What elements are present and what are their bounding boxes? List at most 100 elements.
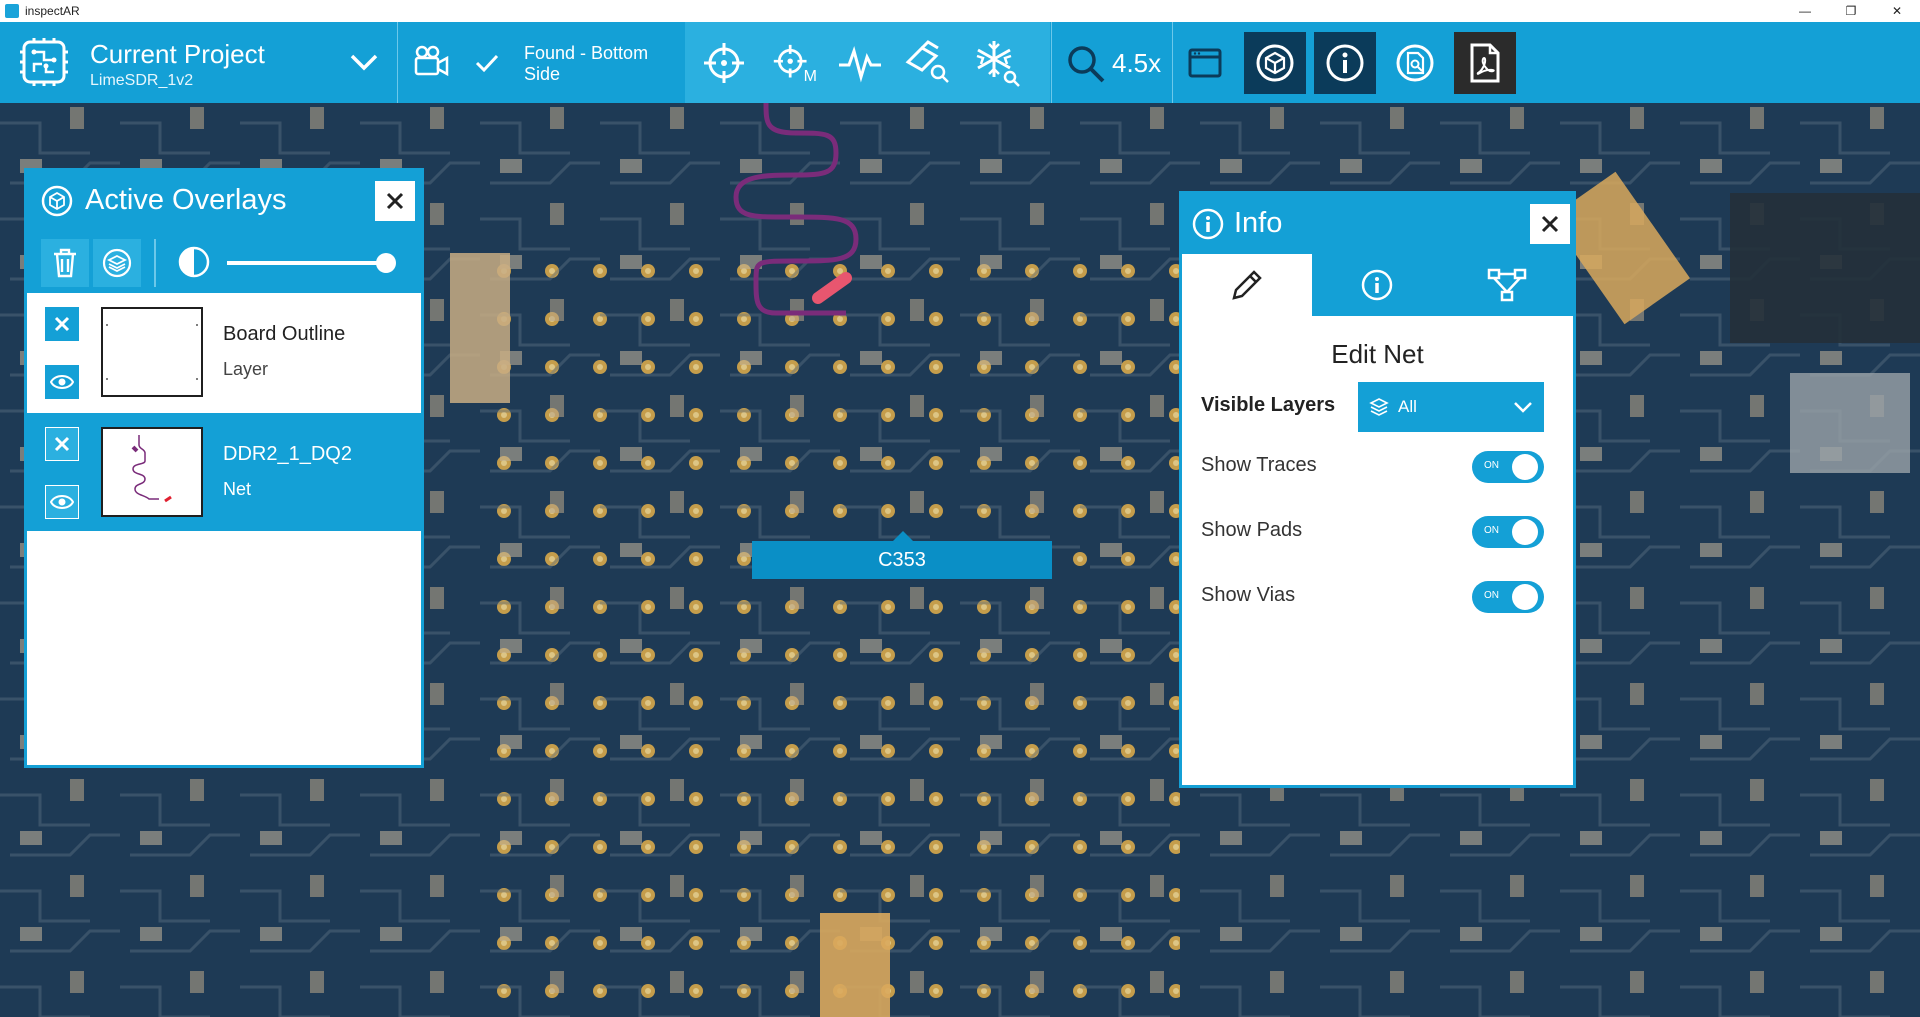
tool-sub-label: M	[803, 67, 817, 85]
board-outline-thumbnail	[106, 324, 198, 380]
overlays-toolbar	[27, 231, 421, 293]
remove-overlay-button[interactable]	[45, 307, 79, 341]
component-search-button[interactable]	[895, 30, 961, 96]
close-window-button[interactable]: ✕	[1874, 0, 1920, 22]
overlays-header: Active Overlays	[27, 171, 421, 231]
overlay-thumbnail	[101, 427, 203, 517]
waveform-tool-button[interactable]	[827, 30, 893, 96]
tab-edit[interactable]	[1182, 254, 1312, 316]
overlay-type: Layer	[223, 359, 269, 379]
tab-details[interactable]	[1312, 254, 1442, 316]
overlay-type: Net	[223, 479, 252, 499]
overlays-view-button[interactable]	[1244, 31, 1306, 94]
toggle-visibility-button[interactable]	[45, 365, 79, 399]
show-traces-toggle[interactable]: ON	[1472, 451, 1544, 483]
opacity-slider-knob[interactable]	[376, 253, 396, 273]
close-overlays-button[interactable]	[375, 181, 415, 221]
close-icon	[54, 436, 70, 452]
toggle-visibility-button[interactable]	[45, 485, 79, 519]
pdf-icon	[1470, 43, 1500, 82]
status-text: Found - Bottom Side	[524, 43, 649, 84]
network-icon	[1487, 268, 1527, 302]
view-buttons	[1174, 22, 1524, 103]
info-icon	[1192, 208, 1224, 240]
component-label-arrow	[893, 531, 913, 541]
camera-icon[interactable]	[410, 44, 450, 80]
close-info-button[interactable]	[1530, 204, 1570, 244]
layers-icon	[1369, 398, 1389, 416]
info-title: Info	[1234, 207, 1283, 239]
show-pads-label: Show Pads	[1201, 519, 1303, 541]
toggle-state: ON	[1484, 460, 1499, 471]
tab-connections[interactable]	[1442, 254, 1572, 316]
project-name: LimeSDR_1v2	[90, 72, 194, 89]
overlay-item[interactable]: Board Outline Layer	[27, 293, 421, 411]
info-icon	[1361, 269, 1393, 301]
snowflake-search-icon	[976, 40, 1020, 87]
tool-group: M	[685, 22, 1050, 103]
chevron-down-icon	[1514, 402, 1532, 413]
delete-overlay-button[interactable]	[41, 239, 89, 287]
edit-net-title: Edit Net	[1331, 339, 1424, 369]
toggle-state: ON	[1484, 525, 1499, 536]
info-panel: Info Edit Net Visible Layers All Show Tr…	[1179, 191, 1576, 788]
chevron-down-icon[interactable]	[346, 44, 382, 80]
overlays-title: Active Overlays	[85, 184, 287, 216]
info-header: Info	[1182, 194, 1573, 254]
trash-icon	[54, 248, 76, 278]
cube-circle-icon	[1256, 44, 1294, 81]
document-search-button[interactable]	[1384, 32, 1446, 94]
cube-circle-icon	[41, 185, 73, 217]
component-label[interactable]: C353	[752, 541, 1052, 579]
opacity-slider-track[interactable]	[227, 261, 387, 265]
visible-layers-dropdown[interactable]: All	[1358, 382, 1544, 432]
project-title: Current Project	[90, 39, 265, 69]
zoom-control[interactable]: 4.5x	[1051, 22, 1173, 103]
crosshair-m-tool-button[interactable]: M	[759, 30, 825, 96]
overlay-thumbnail	[101, 307, 203, 397]
show-traces-label: Show Traces	[1201, 454, 1317, 476]
close-icon	[1541, 215, 1559, 233]
pencil-icon	[1232, 270, 1262, 300]
chip-logo-icon	[20, 38, 68, 86]
title-bar: inspectAR — ❐ ✕	[0, 0, 1920, 22]
visible-layers-label: Visible Layers	[1201, 394, 1336, 416]
close-icon	[386, 192, 404, 210]
waveform-icon	[839, 45, 881, 82]
remove-overlay-button[interactable]	[45, 427, 79, 461]
app-icon	[5, 4, 19, 18]
active-overlays-panel: Active Overlays Board Outline Layer DDR2…	[24, 168, 424, 768]
crosshair-tool-button[interactable]	[691, 30, 757, 96]
zoom-level: 4.5x	[1112, 48, 1162, 78]
show-vias-toggle[interactable]: ON	[1472, 581, 1544, 613]
window-view-button[interactable]	[1174, 32, 1236, 94]
net-thumbnail	[131, 435, 172, 503]
toggle-knob	[1512, 519, 1538, 545]
overlay-name: DDR2_1_DQ2	[223, 443, 352, 465]
contrast-icon	[178, 246, 210, 278]
toggle-state: ON	[1484, 590, 1499, 601]
show-pads-toggle[interactable]: ON	[1472, 516, 1544, 548]
overlay-name: Board Outline	[223, 323, 346, 345]
overlay-item-selected[interactable]: DDR2_1_DQ2 Net	[27, 413, 421, 531]
project-selector[interactable]: Current Project LimeSDR_1v2	[0, 22, 398, 103]
visible-layers-value: All	[1398, 397, 1417, 416]
component-search-icon	[905, 39, 949, 83]
info-icon	[1326, 44, 1364, 81]
toggle-knob	[1512, 584, 1538, 610]
pdf-export-button[interactable]	[1454, 31, 1516, 94]
magnifier-icon	[1068, 46, 1105, 83]
eye-icon	[50, 495, 74, 509]
layers-icon	[102, 248, 132, 278]
window-icon	[1188, 48, 1222, 77]
minimize-button[interactable]: —	[1782, 0, 1828, 22]
toolbar-divider	[154, 239, 156, 287]
freeze-search-button[interactable]	[963, 30, 1029, 96]
main-toolbar: Current Project LimeSDR_1v2 Found - Bott…	[0, 22, 1920, 103]
document-search-icon	[1396, 44, 1434, 81]
layers-button[interactable]	[93, 239, 141, 287]
info-view-button[interactable]	[1314, 31, 1376, 94]
crosshair-icon	[704, 42, 744, 83]
restore-button[interactable]: ❐	[1828, 0, 1874, 22]
eye-icon	[50, 375, 74, 389]
